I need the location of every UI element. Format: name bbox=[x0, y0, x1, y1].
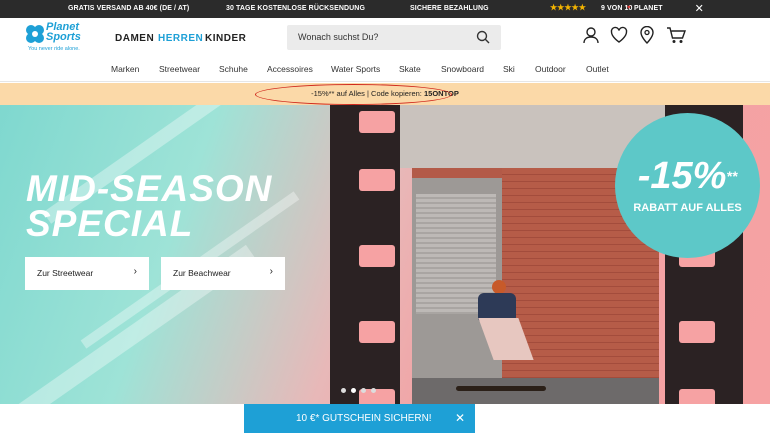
badge-text: RABATT AUF ALLES bbox=[633, 202, 742, 214]
shipping-info: GRATIS VERSAND AB 40€ (DE / AT) bbox=[68, 5, 190, 12]
carousel-dot-active[interactable] bbox=[351, 388, 356, 393]
store-locator-icon[interactable] bbox=[639, 26, 655, 44]
logo-mark-icon bbox=[26, 25, 44, 43]
badge-percent-value: -15% bbox=[637, 155, 727, 197]
search-input[interactable]: Wonach suchst Du? bbox=[287, 25, 501, 50]
nav-item-snowboard[interactable]: Snowboard bbox=[441, 64, 484, 74]
close-icon[interactable]: ✕ bbox=[695, 2, 704, 15]
film-strip-left bbox=[330, 105, 400, 404]
heart-icon: ♥ bbox=[627, 5, 631, 11]
chevron-right-icon: › bbox=[133, 266, 137, 277]
badge-sup: ** bbox=[726, 168, 738, 184]
site-header: Planet Sports You never ride alone. DAME… bbox=[0, 18, 770, 58]
rating-brand: PLANET bbox=[634, 5, 663, 12]
returns-info: 30 TAGE KOSTENLOSE RÜCKSENDUNG bbox=[226, 5, 365, 12]
cart-icon[interactable] bbox=[666, 26, 686, 44]
logo[interactable]: Planet Sports You never ride alone. bbox=[25, 22, 95, 54]
nav-item-marken[interactable]: Marken bbox=[111, 64, 139, 74]
logo-tagline: You never ride alone. bbox=[28, 46, 80, 52]
nav-kinder[interactable]: KINDER bbox=[205, 33, 246, 44]
rating-stars-icon: ★★★★★ bbox=[550, 3, 586, 12]
category-nav: Marken Streetwear Schuhe Accessoires Wat… bbox=[0, 58, 770, 82]
nav-damen[interactable]: DAMEN bbox=[115, 33, 154, 44]
nav-item-schuhe[interactable]: Schuhe bbox=[219, 64, 248, 74]
carousel-dots[interactable] bbox=[341, 380, 381, 398]
close-icon[interactable]: ✕ bbox=[455, 411, 465, 425]
hero-headline: MID-SEASON SPECIAL bbox=[26, 170, 272, 244]
beachwear-label: Zur Beachwear bbox=[173, 268, 231, 278]
top-info-bar: GRATIS VERSAND AB 40€ (DE / AT) 30 TAGE … bbox=[0, 0, 770, 18]
highlight-ring bbox=[255, 84, 452, 105]
skateboard bbox=[456, 386, 546, 391]
chevron-right-icon: › bbox=[269, 266, 273, 277]
nav-item-outlet[interactable]: Outlet bbox=[586, 64, 609, 74]
beachwear-button[interactable]: Zur Beachwear › bbox=[161, 257, 285, 290]
nav-item-water-sports[interactable]: Water Sports bbox=[331, 64, 380, 74]
account-icon[interactable] bbox=[582, 26, 600, 44]
carousel-dot[interactable] bbox=[371, 388, 376, 393]
nav-herren[interactable]: HERREN bbox=[158, 33, 203, 44]
nav-item-streetwear[interactable]: Streetwear bbox=[159, 64, 200, 74]
carousel-dot[interactable] bbox=[341, 388, 346, 393]
logo-wordmark: Planet Sports bbox=[46, 21, 81, 43]
carousel-dot[interactable] bbox=[361, 388, 366, 393]
payment-info: SICHERE BEZAHLUNG bbox=[410, 5, 489, 12]
nav-item-skate[interactable]: Skate bbox=[399, 64, 421, 74]
streetwear-button[interactable]: Zur Streetwear › bbox=[25, 257, 149, 290]
promo-banner[interactable]: -15%** auf Alles | Code kopieren: 15ONTO… bbox=[0, 83, 770, 105]
nav-item-accessoires[interactable]: Accessoires bbox=[267, 64, 313, 74]
skater-head bbox=[492, 280, 506, 294]
headline-line-2: SPECIAL bbox=[26, 203, 194, 244]
nav-item-ski[interactable]: Ski bbox=[503, 64, 515, 74]
voucher-text[interactable]: 10 €* GUTSCHEIN SICHERN! bbox=[296, 413, 432, 424]
voucher-banner[interactable]: 10 €* GUTSCHEIN SICHERN! ✕ bbox=[244, 404, 475, 433]
wishlist-heart-icon[interactable] bbox=[610, 26, 628, 44]
discount-badge: -15%** RABATT AUF ALLES bbox=[615, 113, 760, 258]
streetwear-label: Zur Streetwear bbox=[37, 268, 94, 278]
badge-percent: -15%** bbox=[615, 157, 760, 195]
hero-banner[interactable]: MID-SEASON SPECIAL Zur Streetwear › Zur B… bbox=[0, 105, 770, 404]
search-placeholder: Wonach suchst Du? bbox=[298, 32, 379, 42]
search-icon[interactable] bbox=[476, 30, 490, 44]
nav-item-outdoor[interactable]: Outdoor bbox=[535, 64, 566, 74]
